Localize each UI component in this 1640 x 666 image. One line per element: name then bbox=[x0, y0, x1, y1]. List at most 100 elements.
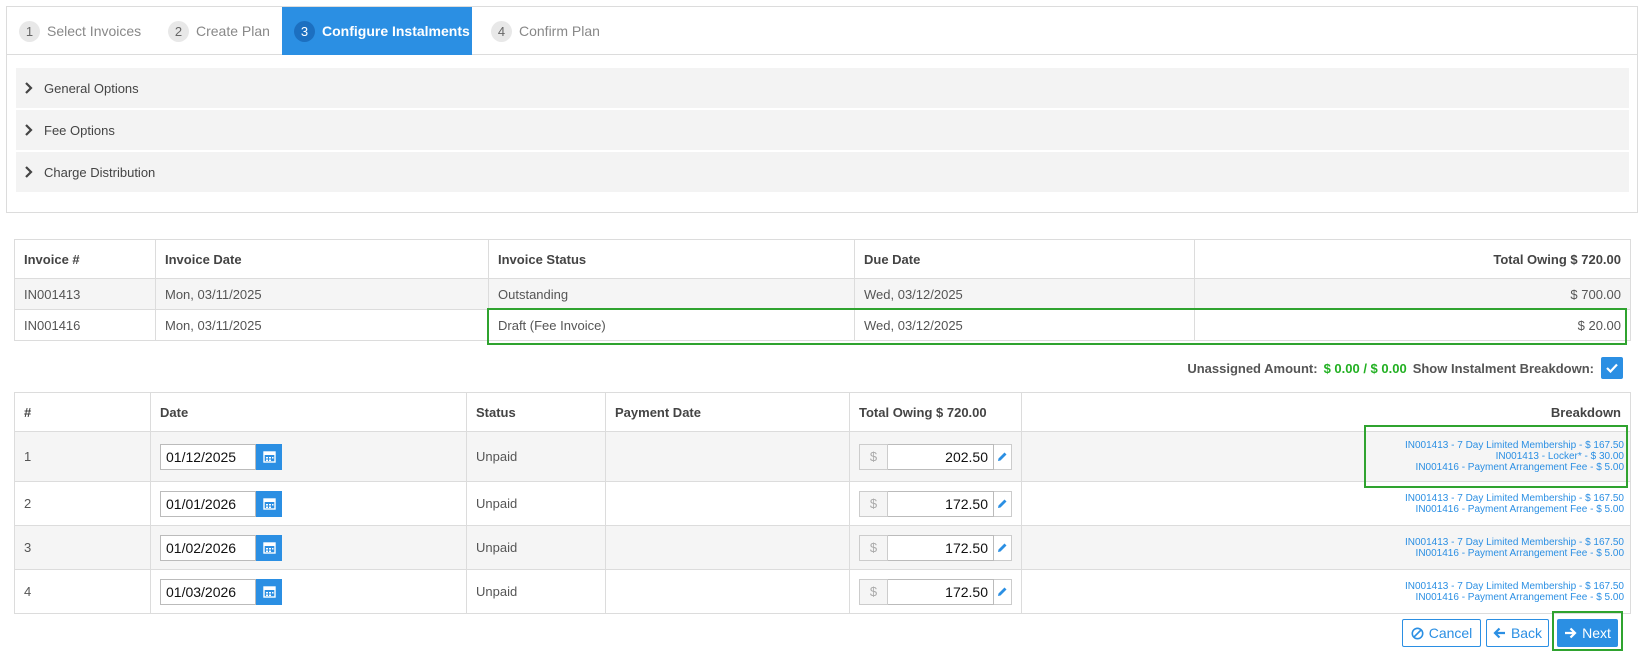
breakdown-line[interactable]: IN001413 - 7 Day Limited Membership - $ … bbox=[1031, 440, 1624, 451]
amount-field: $ bbox=[859, 490, 1012, 517]
invoice-date: Mon, 03/11/2025 bbox=[155, 278, 489, 310]
column-header: Total Owing $ 720.00 bbox=[1194, 239, 1631, 279]
arrow-right-icon bbox=[1565, 627, 1577, 639]
pencil-icon bbox=[998, 499, 1007, 508]
table-row: 2 Unpaid $ bbox=[14, 481, 1631, 526]
instalment-date-input[interactable] bbox=[160, 490, 256, 517]
chevron-right-icon bbox=[24, 124, 44, 136]
instalment-date-input[interactable] bbox=[160, 578, 256, 605]
breakdown-toggle-label: Show Instalment Breakdown: bbox=[1412, 360, 1594, 376]
date-picker bbox=[160, 578, 282, 605]
unassigned-value: $ 0.00 / $ 0.00 bbox=[1323, 360, 1407, 376]
instalment-amount-input[interactable] bbox=[888, 443, 994, 470]
step-label: Configure Instalments bbox=[322, 23, 470, 39]
pencil-icon bbox=[998, 452, 1007, 461]
date-picker bbox=[160, 534, 282, 561]
column-header: Total Owing $ 720.00 bbox=[849, 392, 1022, 432]
date-picker bbox=[160, 490, 282, 517]
next-button[interactable]: Next bbox=[1557, 619, 1618, 647]
breakdown-line[interactable]: IN001413 - 7 Day Limited Membership - $ … bbox=[1031, 537, 1624, 548]
table-row: 4 Unpaid $ bbox=[14, 569, 1631, 614]
instalment-date-input[interactable] bbox=[160, 443, 256, 470]
step-number: 4 bbox=[491, 20, 512, 42]
column-header: Breakdown bbox=[1021, 392, 1631, 432]
invoice-date: Mon, 03/11/2025 bbox=[155, 309, 489, 341]
instalment-number: 4 bbox=[14, 569, 151, 614]
back-label: Back bbox=[1510, 625, 1543, 641]
instalment-number: 3 bbox=[14, 525, 151, 570]
checkmark-icon bbox=[1606, 363, 1618, 373]
edit-amount-button[interactable] bbox=[994, 490, 1012, 517]
section-label: Fee Options bbox=[44, 122, 115, 138]
instalment-status: Unpaid bbox=[466, 569, 606, 614]
ban-icon bbox=[1411, 627, 1424, 639]
step-confirm-plan[interactable]: 4 Confirm Plan bbox=[479, 7, 609, 55]
breakdown-cell: IN001413 - 7 Day Limited Membership - $ … bbox=[1021, 525, 1631, 570]
instalment-status: Unpaid bbox=[466, 525, 606, 570]
pencil-icon bbox=[998, 543, 1007, 552]
unassigned-amount-bar: Unassigned Amount: $ 0.00 / $ 0.00 Show … bbox=[1187, 357, 1623, 379]
step-create-plan[interactable]: 2 Create Plan bbox=[156, 7, 276, 55]
breakdown-line[interactable]: IN001416 - Payment Arrangement Fee - $ 5… bbox=[1031, 548, 1624, 559]
column-header: Invoice # bbox=[14, 239, 156, 279]
total-owing: $ 700.00 bbox=[1194, 278, 1631, 310]
payment-date bbox=[605, 525, 850, 570]
invoice-status: Draft (Fee Invoice) bbox=[488, 309, 855, 341]
table-row: IN001416 Mon, 03/11/2025 Draft (Fee Invo… bbox=[14, 309, 1631, 341]
chevron-right-icon bbox=[24, 166, 44, 178]
calendar-button[interactable] bbox=[256, 578, 282, 605]
section-label: General Options bbox=[44, 80, 139, 96]
calendar-button[interactable] bbox=[256, 490, 282, 517]
show-breakdown-checkbox[interactable] bbox=[1601, 357, 1623, 379]
currency-addon: $ bbox=[859, 534, 888, 561]
unassigned-label: Unassigned Amount: bbox=[1187, 360, 1318, 376]
breakdown-line[interactable]: IN001416 - Payment Arrangement Fee - $ 5… bbox=[1031, 504, 1624, 515]
edit-amount-button[interactable] bbox=[994, 578, 1012, 605]
breakdown-line[interactable]: IN001416 - Payment Arrangement Fee - $ 5… bbox=[1031, 462, 1624, 473]
table-row: 1 Unpaid $ bbox=[14, 431, 1631, 482]
due-date: Wed, 03/12/2025 bbox=[854, 309, 1195, 341]
calendar-button[interactable] bbox=[256, 443, 282, 470]
column-header: Payment Date bbox=[605, 392, 850, 432]
pencil-icon bbox=[998, 587, 1007, 596]
instalments-table: # Date Status Payment Date Total Owing $… bbox=[14, 392, 1631, 614]
total-owing: $ 20.00 bbox=[1194, 309, 1631, 341]
instalment-amount-input[interactable] bbox=[888, 490, 994, 517]
calendar-icon bbox=[262, 586, 276, 598]
payment-date bbox=[605, 431, 850, 482]
step-label: Confirm Plan bbox=[519, 23, 600, 39]
amount-field: $ bbox=[859, 443, 1012, 470]
breakdown-line[interactable]: IN001413 - 7 Day Limited Membership - $ … bbox=[1031, 581, 1624, 592]
section-fee-options[interactable]: Fee Options bbox=[16, 110, 1629, 150]
payment-date bbox=[605, 569, 850, 614]
edit-amount-button[interactable] bbox=[994, 443, 1012, 470]
column-header: # bbox=[14, 392, 151, 432]
column-header: Due Date bbox=[854, 239, 1195, 279]
edit-amount-button[interactable] bbox=[994, 534, 1012, 561]
calendar-button[interactable] bbox=[256, 534, 282, 561]
currency-addon: $ bbox=[859, 443, 888, 470]
column-header: Invoice Date bbox=[155, 239, 489, 279]
table-row: IN001413 Mon, 03/11/2025 Outstanding Wed… bbox=[14, 278, 1631, 310]
invoices-table: Invoice # Invoice Date Invoice Status Du… bbox=[14, 239, 1631, 341]
amount-field: $ bbox=[859, 578, 1012, 605]
calendar-icon bbox=[262, 498, 276, 510]
cancel-button[interactable]: Cancel bbox=[1402, 619, 1481, 647]
section-general-options[interactable]: General Options bbox=[16, 68, 1629, 108]
table-header-row: Invoice # Invoice Date Invoice Status Du… bbox=[14, 239, 1631, 279]
section-charge-distribution[interactable]: Charge Distribution bbox=[16, 152, 1629, 192]
breakdown-line[interactable]: IN001416 - Payment Arrangement Fee - $ 5… bbox=[1031, 592, 1624, 603]
breakdown-line[interactable]: IN001413 - 7 Day Limited Membership - $ … bbox=[1031, 493, 1624, 504]
step-number: 3 bbox=[294, 20, 315, 42]
instalment-number: 1 bbox=[14, 431, 151, 482]
next-label: Next bbox=[1582, 625, 1611, 641]
back-button[interactable]: Back bbox=[1486, 619, 1549, 647]
instalment-date-input[interactable] bbox=[160, 534, 256, 561]
instalment-amount-input[interactable] bbox=[888, 578, 994, 605]
currency-addon: $ bbox=[859, 578, 888, 605]
step-configure-instalments[interactable]: 3 Configure Instalments bbox=[282, 7, 472, 55]
instalment-amount-input[interactable] bbox=[888, 534, 994, 561]
breakdown-line[interactable]: IN001413 - Locker* - $ 30.00 bbox=[1031, 451, 1624, 462]
breakdown-cell: IN001413 - 7 Day Limited Membership - $ … bbox=[1021, 431, 1631, 482]
step-select-invoices[interactable]: 1 Select Invoices bbox=[7, 7, 154, 55]
